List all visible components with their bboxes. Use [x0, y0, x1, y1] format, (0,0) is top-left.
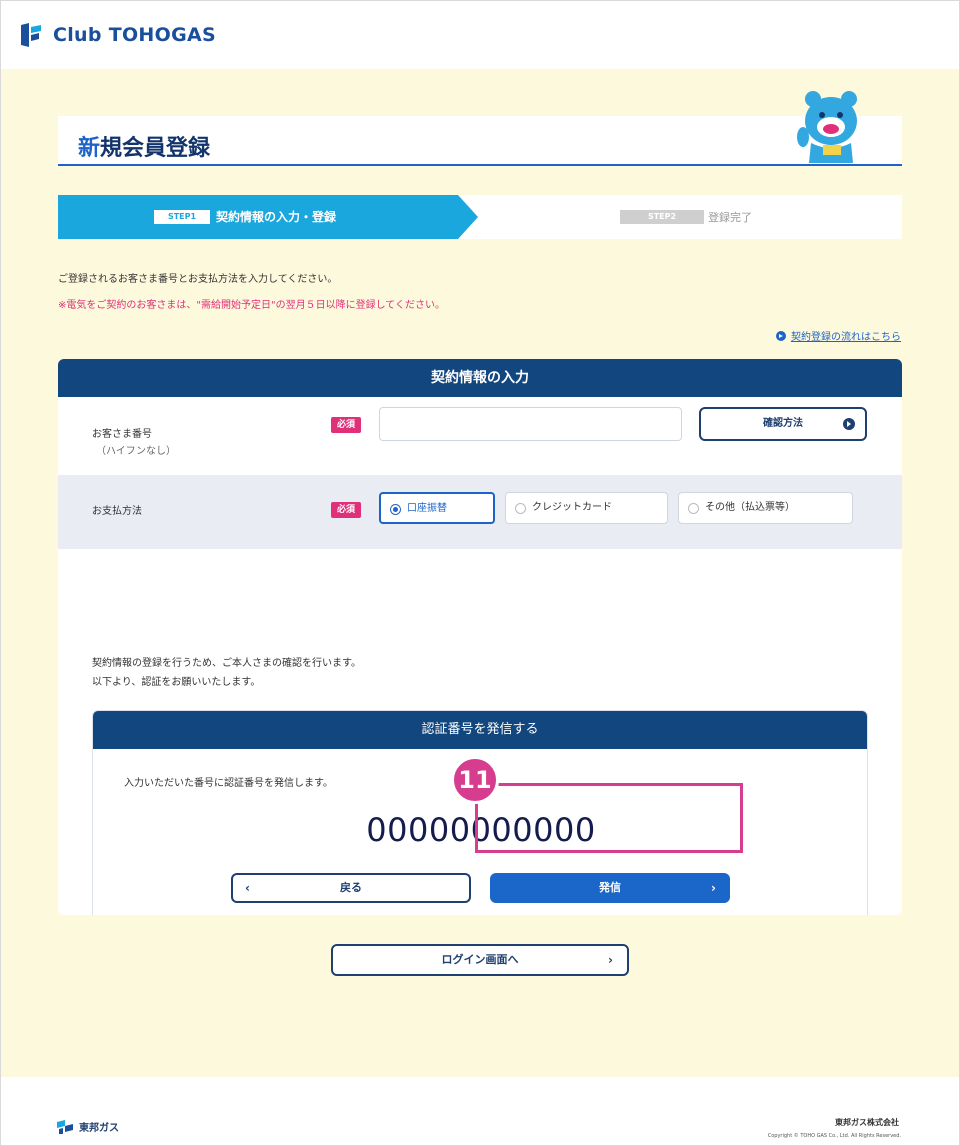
- arrow-circle-icon: [776, 330, 786, 341]
- step-1-label: 契約情報の入力・登録: [216, 210, 337, 224]
- login-screen-label: ログイン画面へ: [441, 953, 519, 966]
- customer-number-row: お客さま番号 （ハイフンなし） 必須 確認方法: [58, 397, 902, 475]
- required-badge: 必須: [331, 417, 361, 433]
- required-badge: 必須: [331, 502, 361, 518]
- contract-flow-link[interactable]: 契約登録の流れはこちら: [776, 328, 901, 343]
- send-button[interactable]: 発信 ›: [490, 873, 730, 903]
- radio-bank-transfer[interactable]: 口座振替: [379, 492, 495, 524]
- radio-circle-icon: [688, 503, 699, 514]
- verification-notice-1: 契約情報の登録を行うため、ご本人さまの確認を行います。: [92, 658, 361, 669]
- tohogas-logo-icon: [57, 1119, 73, 1134]
- step-1-badge: STEP1: [154, 210, 210, 224]
- intro-text: ご登録されるお客さま番号とお支払方法を入力してください。: [58, 274, 338, 285]
- company-name: 東邦ガス株式会社: [835, 1118, 899, 1127]
- send-code-heading: 認証番号を発信する: [93, 711, 867, 749]
- step-indicator: STEP1 契約情報の入力・登録 STEP2 登録完了: [58, 195, 902, 239]
- intro-warning: ※電気をご契約のお客さまは、"需給開始予定日"の翌月５日以降に登録してください。: [58, 300, 445, 311]
- check-method-label: 確認方法: [763, 418, 803, 429]
- chevron-right-icon: ›: [711, 881, 716, 895]
- verification-notice-2: 以下より、認証をお願いいたします。: [92, 677, 261, 688]
- footer-logo-text: 東邦ガス: [79, 1123, 119, 1134]
- copyright: Copyright © TOHO GAS Co., Ltd. All Right…: [767, 1133, 901, 1139]
- radio-other[interactable]: その他（払込票等）: [678, 492, 853, 524]
- step-2-badge: STEP2: [620, 210, 704, 224]
- radio-circle-icon: [390, 504, 401, 515]
- check-method-button[interactable]: 確認方法: [699, 407, 867, 441]
- login-screen-button[interactable]: ログイン画面へ ›: [331, 944, 629, 976]
- back-button[interactable]: ‹ 戻る: [231, 873, 471, 903]
- chevron-left-icon: ‹: [245, 881, 250, 895]
- send-button-label: 発信: [599, 881, 621, 894]
- tohogas-logo-icon: [21, 23, 41, 47]
- radio-other-label: その他（払込票等）: [705, 502, 795, 513]
- send-button-highlight: [475, 783, 743, 853]
- radio-bank-transfer-label: 口座振替: [407, 503, 447, 514]
- logo-text: Club TOHOGAS: [53, 24, 216, 46]
- page-title: 新規会員登録: [78, 136, 211, 161]
- payment-method-label: お支払方法: [92, 506, 142, 517]
- chevron-right-icon: ›: [608, 953, 613, 967]
- main-area: 新規会員登録 STEP1 契約情報の入力・登録 STEP2 登録完了 ご登録され…: [1, 69, 959, 1077]
- contract-flow-link-label: 契約登録の流れはこちら: [791, 332, 901, 343]
- page-title-box: 新規会員登録: [58, 116, 902, 166]
- back-button-label: 戻る: [340, 881, 362, 894]
- site-header: Club TOHOGAS: [1, 1, 959, 69]
- site-footer: 東邦ガス 東邦ガス株式会社 Copyright © TOHO GAS Co., …: [1, 1077, 959, 1145]
- send-code-text: 入力いただいた番号に認証番号を発信します。: [124, 778, 333, 789]
- customer-number-sub: （ハイフンなし）: [96, 446, 176, 457]
- contract-info-heading: 契約情報の入力: [58, 359, 902, 397]
- bear-mascot-icon: [797, 91, 857, 163]
- arrow-circle-icon: [843, 418, 855, 430]
- club-tohogas-logo[interactable]: Club TOHOGAS: [19, 21, 216, 49]
- payment-method-row: お支払方法 必須 口座振替 クレジットカード その他（払込票等）: [58, 475, 902, 549]
- customer-number-input[interactable]: [379, 407, 682, 441]
- step-2-label: 登録完了: [708, 211, 752, 224]
- step-number-badge: 11: [451, 756, 499, 804]
- radio-credit-card-label: クレジットカード: [532, 502, 612, 513]
- tohogas-footer-logo[interactable]: 東邦ガス: [57, 1119, 119, 1134]
- radio-credit-card[interactable]: クレジットカード: [505, 492, 668, 524]
- customer-number-label: お客さま番号: [92, 429, 152, 440]
- step-1: STEP1 契約情報の入力・登録: [58, 195, 478, 239]
- radio-circle-icon: [515, 503, 526, 514]
